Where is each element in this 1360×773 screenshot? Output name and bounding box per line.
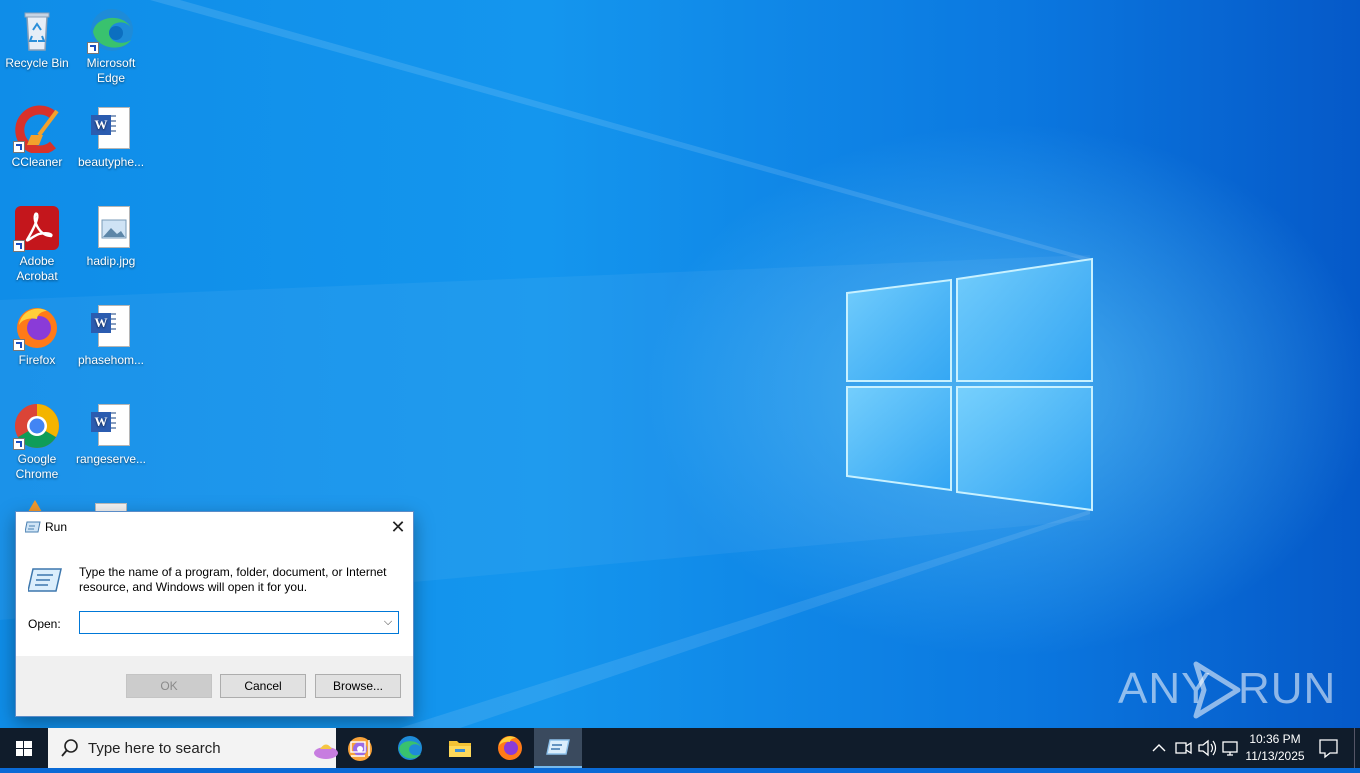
desktop-icon-microsoft-edge[interactable]: Microsoft Edge	[74, 6, 148, 86]
search-icon	[61, 739, 78, 757]
desktop-icon-label: beautyphe...	[77, 155, 145, 169]
word-document-icon: W	[87, 402, 135, 450]
task-view-button[interactable]	[336, 728, 384, 768]
start-button[interactable]	[0, 728, 48, 768]
desktop-icon-label: Firefox	[18, 353, 56, 367]
desktop-icon-label: hadip.jpg	[86, 254, 136, 268]
run-icon	[25, 521, 41, 533]
network-icon	[1222, 741, 1238, 756]
tray-meet-now[interactable]	[1172, 728, 1194, 768]
run-icon	[546, 739, 570, 755]
desktop-icon-label: Google Chrome	[15, 452, 59, 481]
run-description: Type the name of a program, folder, docu…	[79, 565, 387, 594]
firefox-icon	[498, 736, 522, 760]
desktop-icon-label: Microsoft Edge	[86, 56, 136, 85]
shortcut-arrow-icon	[13, 339, 25, 351]
desktop-icon-firefox[interactable]: Firefox	[0, 303, 74, 368]
close-button[interactable]: ✕	[383, 512, 413, 542]
adobe-acrobat-icon	[13, 204, 61, 252]
desktop-icon-label: Adobe Acrobat	[16, 254, 58, 283]
clock-time: 10:36 PM	[1249, 732, 1301, 746]
firefox-icon	[13, 303, 61, 351]
chevron-down-icon[interactable]: ⌵	[381, 615, 395, 629]
word-document-icon: W	[87, 105, 135, 153]
desktop-icon-ccleaner[interactable]: CCleaner	[0, 105, 74, 170]
meet-now-icon	[1175, 741, 1192, 755]
browse-button[interactable]: Browse...	[315, 674, 401, 698]
edge-icon	[87, 6, 135, 54]
desktop-icon-label: phasehom...	[77, 353, 145, 367]
desktop-icon-label: CCleaner	[11, 155, 63, 169]
run-program-icon	[28, 568, 62, 592]
chevron-up-icon	[1152, 744, 1166, 752]
run-dialog-title: Run	[45, 520, 68, 534]
ok-button[interactable]: OK	[126, 674, 212, 698]
show-desktop-button[interactable]	[1354, 728, 1360, 768]
desktop-icon-document[interactable]: W beautyphe...	[74, 105, 148, 170]
anyrun-watermark: ANY RUN	[1118, 658, 1335, 722]
shortcut-arrow-icon	[87, 42, 99, 54]
speaker-icon	[1198, 739, 1217, 757]
tray-network[interactable]	[1220, 728, 1242, 768]
show-hidden-icons-button[interactable]	[1148, 728, 1170, 768]
desktop-icon-label: Recycle Bin	[5, 56, 69, 70]
search-placeholder: Type here to search	[88, 740, 221, 757]
ccleaner-icon	[13, 105, 61, 155]
desktop-icon-image-file[interactable]: hadip.jpg	[74, 204, 148, 269]
taskbar-file-explorer[interactable]	[436, 728, 484, 768]
taskbar-search-box[interactable]: Type here to search	[48, 728, 372, 768]
file-explorer-icon	[449, 741, 471, 757]
desktop-icon-document[interactable]: W phasehom...	[74, 303, 148, 368]
windows-start-icon	[16, 741, 32, 756]
image-file-icon	[87, 204, 135, 252]
desktop-icon-document[interactable]: W rangeserve...	[74, 402, 148, 467]
task-view-icon	[350, 740, 370, 757]
taskbar-edge[interactable]	[386, 728, 434, 768]
open-input[interactable]	[82, 613, 376, 634]
desktop-icon-label: rangeserve...	[75, 452, 147, 466]
recycle-bin-icon	[13, 6, 61, 54]
edge-icon	[398, 736, 422, 760]
desktop-icon-recycle-bin[interactable]: Recycle Bin	[0, 6, 74, 71]
open-combobox[interactable]: ⌵	[79, 611, 399, 634]
cancel-button[interactable]: Cancel	[220, 674, 306, 698]
taskbar-firefox[interactable]	[486, 728, 534, 768]
desktop-icon-adobe-acrobat[interactable]: Adobe Acrobat	[0, 204, 74, 284]
shortcut-arrow-icon	[13, 438, 25, 450]
run-dialog-body: Type the name of a program, folder, docu…	[16, 542, 413, 656]
run-titlebar[interactable]: Run ✕	[16, 512, 413, 542]
tray-volume[interactable]	[1196, 728, 1218, 768]
open-label: Open:	[28, 617, 61, 631]
word-document-icon: W	[87, 303, 135, 351]
taskbar-run[interactable]	[534, 728, 582, 768]
shortcut-arrow-icon	[13, 240, 25, 252]
taskbar-clock[interactable]: 10:36 PM 11/13/2025	[1244, 731, 1306, 765]
notification-icon	[1319, 739, 1338, 759]
watermark-run-text: RUN	[1238, 664, 1337, 713]
play-icon	[1193, 661, 1241, 719]
shortcut-arrow-icon	[13, 141, 25, 153]
taskbar: Type here to search 10:36 PM 11/13/2025	[0, 728, 1360, 768]
action-center-button[interactable]	[1312, 728, 1344, 768]
chrome-icon	[13, 402, 61, 450]
desktop-icon-google-chrome[interactable]: Google Chrome	[0, 402, 74, 482]
run-dialog: Run ✕ Type the name of a program, folder…	[15, 511, 414, 717]
clock-date: 11/13/2025	[1245, 749, 1305, 763]
